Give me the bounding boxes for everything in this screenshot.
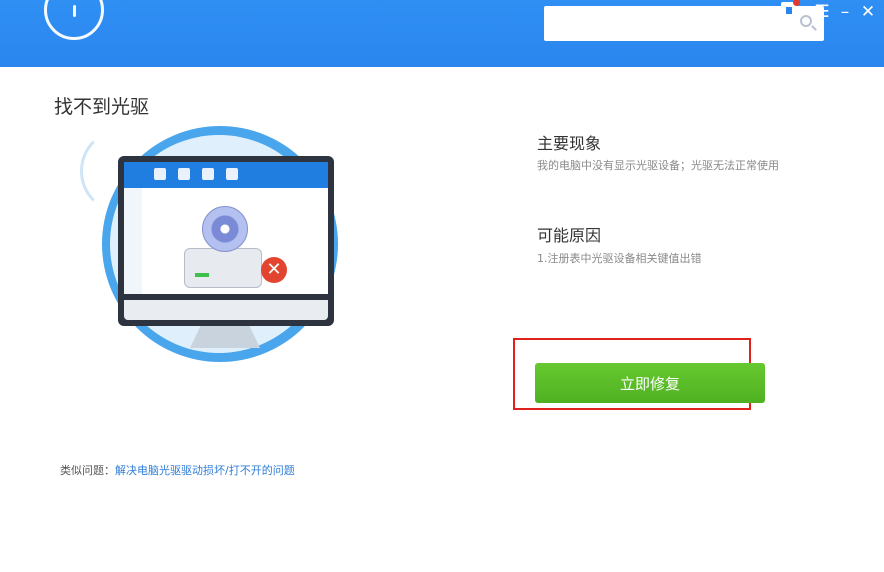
title-bar: ☰ – ✕ [0,0,884,67]
similar-issue: 类似问题：解决电脑光驱驱动损坏/打不开的问题 [60,462,295,478]
disk-drive-icon [184,248,262,288]
page-title: 找不到光驱 [54,96,150,118]
monitor-icon: ✕ [118,156,334,326]
symptom-text: 我的电脑中没有显示光驱设备；光驱无法正常使用 [537,159,779,172]
cause-heading: 可能原因 [537,226,602,245]
symptom-heading: 主要现象 [537,134,602,153]
search-icon[interactable] [800,15,812,27]
similar-issue-label: 类似问题： [60,464,115,477]
similar-issue-link[interactable]: 解决电脑光驱驱动损坏/打不开的问题 [115,464,295,477]
screen-sidebar [124,188,142,294]
screen-toolbar [124,162,328,188]
app-logo-icon [44,0,104,40]
close-button[interactable]: ✕ [858,1,878,23]
cd-disc-icon [202,206,248,252]
monitor-stand [190,326,260,348]
menu-button[interactable]: ☰ [812,1,832,23]
minimize-button[interactable]: – [835,1,855,23]
cd-drive-illustration: ✕ [80,120,350,380]
error-x-icon: ✕ [261,257,287,283]
repair-now-button[interactable]: 立即修复 [535,363,765,403]
monitor-screen: ✕ [124,162,328,294]
monitor-bezel [124,300,328,320]
feedback-icon[interactable] [781,0,800,21]
drive-light [195,273,209,277]
cause-text: 1.注册表中光驱设备相关键值出错 [537,252,702,265]
